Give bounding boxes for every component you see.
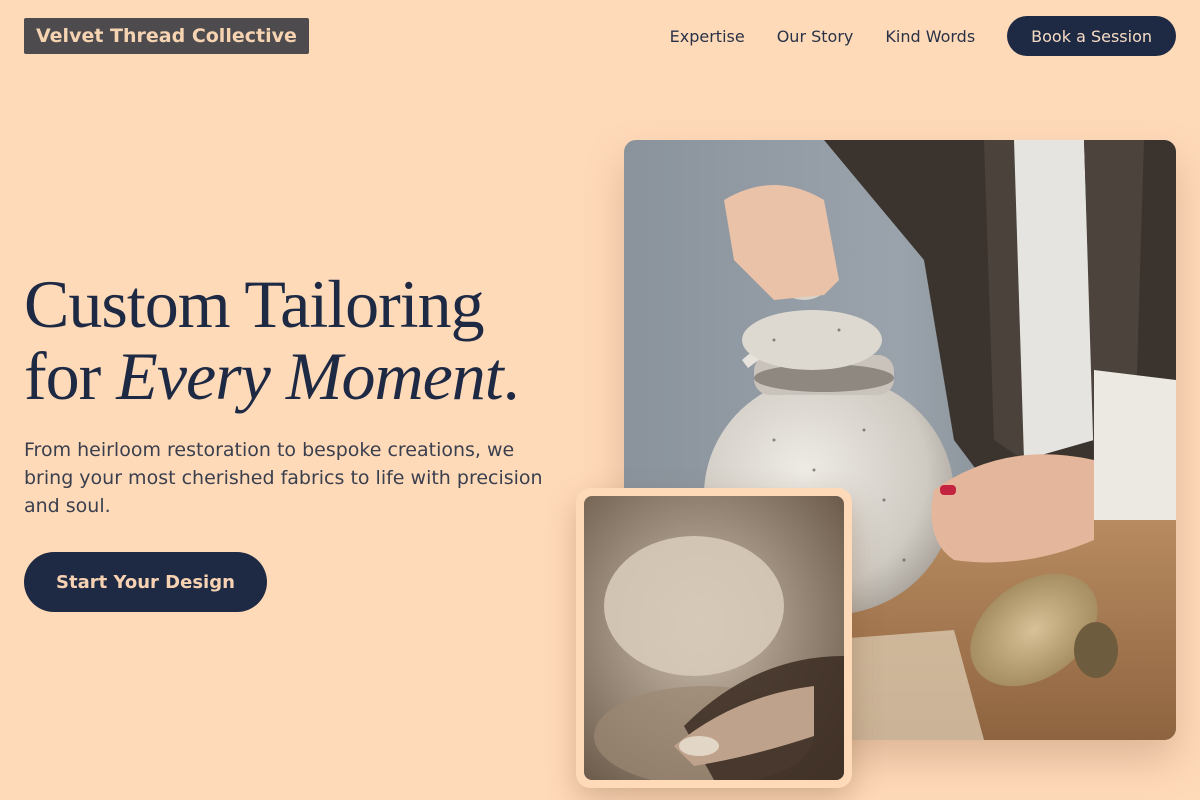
- nav-link-kind-words[interactable]: Kind Words: [885, 27, 975, 46]
- hero-title: Custom Tailoring for Every Moment.: [24, 266, 520, 414]
- hero-title-line1: Custom Tailoring: [24, 266, 485, 342]
- hero-title-for: for: [24, 338, 117, 414]
- book-session-button[interactable]: Book a Session: [1007, 16, 1176, 56]
- start-design-button[interactable]: Start Your Design: [24, 552, 267, 612]
- hero-subtitle: From heirloom restoration to bespoke cre…: [24, 439, 543, 517]
- flour-hands-photo: [576, 488, 852, 788]
- hero-title-emphasis: Every Moment: [116, 338, 503, 414]
- nav-link-expertise[interactable]: Expertise: [670, 27, 745, 46]
- brand-logo[interactable]: Velvet Thread Collective: [24, 18, 309, 54]
- landing-page: Velvet Thread Collective Expertise Our S…: [0, 0, 1200, 800]
- hero-title-dot: .: [502, 338, 520, 414]
- nav-link-our-story[interactable]: Our Story: [777, 27, 854, 46]
- main-nav: Expertise Our Story Kind Words Book a Se…: [670, 16, 1176, 56]
- brand-name: Velvet Thread Collective: [36, 25, 297, 47]
